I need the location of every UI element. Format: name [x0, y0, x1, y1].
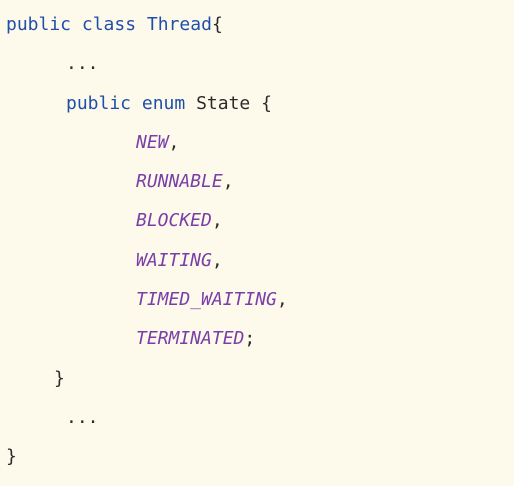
- code-line-enum-constant: TIMED_WAITING,: [6, 289, 514, 328]
- enum-name: State: [196, 92, 251, 114]
- separator: ,: [168, 131, 180, 153]
- code-block: public class Thread{ ... public enum Sta…: [0, 0, 514, 470]
- enum-constant-name: NEW: [136, 131, 169, 153]
- open-brace: {: [261, 92, 272, 114]
- keyword-public: public: [66, 92, 132, 114]
- close-brace: }: [6, 446, 17, 468]
- keyword-public: public: [6, 14, 72, 35]
- class-name: Thread: [146, 14, 212, 35]
- ellipsis: ...: [66, 406, 99, 428]
- close-brace: }: [54, 367, 65, 389]
- separator: ,: [276, 289, 288, 311]
- enum-constant-name: TERMINATED: [136, 328, 245, 350]
- code-line-enum-constant: WAITING,: [6, 250, 514, 289]
- keyword-enum: enum: [141, 92, 186, 114]
- separator: ,: [211, 210, 223, 232]
- code-line-class-declaration: public class Thread{: [6, 14, 514, 53]
- code-line-enum-constant: RUNNABLE,: [6, 171, 514, 210]
- keyword-class: class: [81, 14, 137, 35]
- code-line-ellipsis-bottom: ...: [6, 407, 514, 446]
- code-line-ellipsis-top: ...: [6, 53, 514, 92]
- enum-constant-name: RUNNABLE: [136, 171, 223, 193]
- open-brace: {: [211, 14, 223, 35]
- code-line-enum-constant: TERMINATED;: [6, 328, 514, 367]
- code-line-class-close: }: [6, 446, 514, 485]
- code-line-enum-constant: BLOCKED,: [6, 210, 514, 249]
- enum-constant-name: WAITING: [136, 249, 212, 271]
- ellipsis: ...: [66, 53, 99, 75]
- enum-constant-name: TIMED_WAITING: [136, 289, 277, 311]
- code-line-enum-declaration: public enum State {: [6, 93, 514, 132]
- code-line-enum-constant: NEW,: [6, 132, 514, 171]
- separator: ,: [222, 171, 234, 193]
- separator: ,: [211, 249, 223, 271]
- code-line-enum-close: }: [6, 368, 514, 407]
- enum-constant-name: BLOCKED: [136, 210, 212, 232]
- separator: ;: [244, 328, 256, 350]
